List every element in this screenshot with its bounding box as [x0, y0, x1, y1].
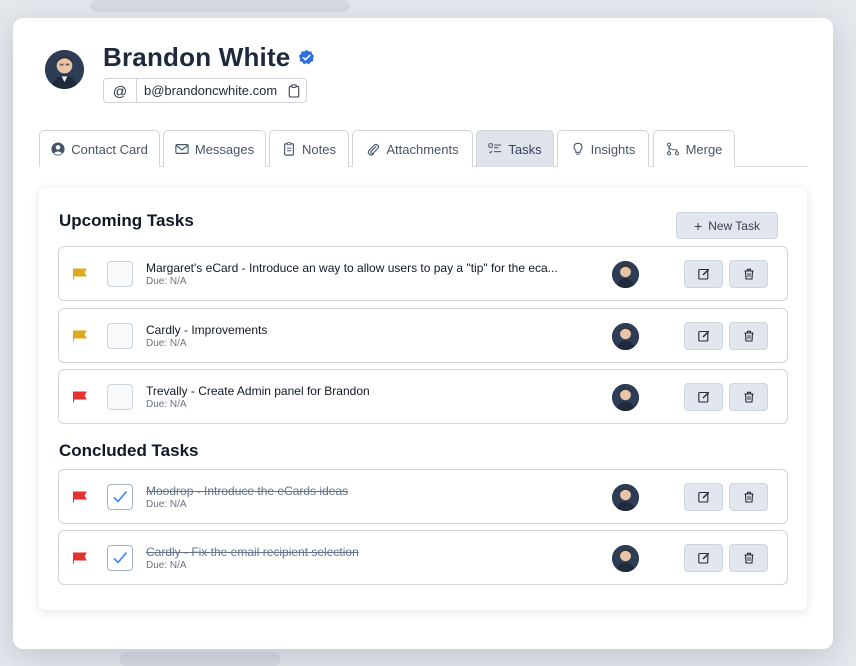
contact-name: Brandon White — [103, 42, 315, 73]
assignee-avatar — [612, 384, 639, 411]
checkmark-icon — [113, 551, 128, 564]
lightbulb-icon — [573, 142, 583, 155]
tab-label: Messages — [194, 141, 255, 157]
tab-bar: Contact Card Messages Notes Attachments — [39, 130, 807, 167]
tab-attachments[interactable]: Attachments — [352, 130, 473, 167]
task-title: Moodrop - Introduce the eCards ideas — [146, 484, 349, 498]
trash-icon — [744, 491, 753, 503]
task-title: Trevally - Create Admin panel for Brando… — [146, 384, 370, 398]
flag-icon — [73, 391, 87, 403]
tasks-panel: Upcoming Tasks + New Task Margaret's eCa… — [39, 188, 807, 610]
task-row[interactable]: Cardly - Fix the email recipient selecti… — [58, 530, 788, 585]
task-checkbox-checked[interactable] — [107, 484, 133, 510]
tab-label: Tasks — [508, 141, 542, 157]
task-row[interactable]: Cardly - Improvements Due: N/A — [58, 308, 788, 363]
flag-icon — [73, 552, 87, 564]
concluded-tasks-heading: Concluded Tasks — [59, 441, 199, 460]
edit-icon — [697, 491, 709, 503]
task-title: Cardly - Fix the email recipient selecti… — [146, 545, 359, 559]
tab-messages[interactable]: Messages — [163, 130, 266, 167]
task-due: Due: N/A — [146, 560, 187, 571]
background-strip — [90, 0, 350, 12]
trash-icon — [744, 552, 753, 564]
trash-icon — [744, 391, 753, 403]
contact-name-text: Brandon White — [103, 42, 291, 72]
edit-task-button[interactable] — [684, 322, 723, 350]
verified-badge-icon — [299, 49, 315, 65]
task-due: Due: N/A — [146, 499, 187, 510]
task-row[interactable]: Trevally - Create Admin panel for Brando… — [58, 369, 788, 424]
task-list-icon — [488, 143, 502, 154]
contact-avatar — [45, 50, 84, 89]
delete-task-button[interactable] — [729, 483, 768, 511]
plus-icon: + — [694, 217, 703, 234]
flag-icon — [73, 491, 87, 503]
assignee-avatar — [612, 261, 639, 288]
task-row[interactable]: Moodrop - Introduce the eCards ideas Due… — [58, 469, 788, 524]
delete-task-button[interactable] — [729, 544, 768, 572]
merge-icon — [666, 142, 679, 156]
tab-tasks[interactable]: Tasks — [476, 130, 554, 167]
task-checkbox[interactable] — [107, 261, 133, 287]
delete-task-button[interactable] — [729, 383, 768, 411]
task-title: Margaret's eCard - Introduce an way to a… — [146, 261, 558, 275]
edit-task-button[interactable] — [684, 483, 723, 511]
task-checkbox[interactable] — [107, 323, 133, 349]
tab-label: Merge — [685, 141, 723, 157]
task-row[interactable]: Margaret's eCard - Introduce an way to a… — [58, 246, 788, 301]
upcoming-tasks-heading: Upcoming Tasks — [59, 211, 194, 230]
tab-label: Notes — [302, 141, 336, 157]
email-text: b@brandoncwhite.com — [144, 83, 278, 98]
new-task-button[interactable]: + New Task — [676, 212, 778, 239]
edit-icon — [697, 268, 709, 280]
task-checkbox[interactable] — [107, 384, 133, 410]
flag-icon — [73, 330, 87, 342]
tab-label: Contact Card — [71, 141, 148, 157]
task-title: Cardly - Improvements — [146, 323, 268, 337]
delete-task-button[interactable] — [729, 322, 768, 350]
tab-contact-card[interactable]: Contact Card — [39, 130, 160, 167]
at-icon: @ — [104, 79, 137, 102]
edit-task-button[interactable] — [684, 383, 723, 411]
edit-task-button[interactable] — [684, 260, 723, 288]
task-due: Due: N/A — [146, 399, 187, 410]
task-checkbox-checked[interactable] — [107, 545, 133, 571]
tab-notes[interactable]: Notes — [269, 130, 349, 167]
trash-icon — [744, 268, 753, 280]
assignee-avatar — [612, 545, 639, 572]
trash-icon — [744, 330, 753, 342]
note-icon — [284, 142, 294, 156]
tab-merge[interactable]: Merge — [653, 130, 735, 167]
edit-icon — [697, 330, 709, 342]
assignee-avatar — [612, 323, 639, 350]
tab-label: Attachments — [386, 141, 459, 157]
envelope-icon — [175, 144, 189, 154]
tab-insights[interactable]: Insights — [557, 130, 649, 167]
email-field: @ b@brandoncwhite.com — [103, 78, 307, 103]
task-due: Due: N/A — [146, 276, 187, 287]
paperclip-icon — [368, 143, 380, 156]
delete-task-button[interactable] — [729, 260, 768, 288]
task-due: Due: N/A — [146, 338, 187, 349]
contact-modal: Brandon White @ b@brandoncwhite.com Cont… — [13, 18, 833, 649]
tab-label: Insights — [590, 141, 636, 157]
assignee-avatar — [612, 484, 639, 511]
edit-icon — [697, 391, 709, 403]
edit-icon — [697, 552, 709, 564]
checkmark-icon — [113, 490, 128, 503]
flag-icon — [73, 268, 87, 280]
user-circle-icon — [51, 142, 65, 156]
edit-task-button[interactable] — [684, 544, 723, 572]
new-task-label: New Task — [708, 218, 760, 233]
clipboard-copy-icon[interactable] — [282, 83, 306, 98]
background-strip — [120, 652, 280, 666]
